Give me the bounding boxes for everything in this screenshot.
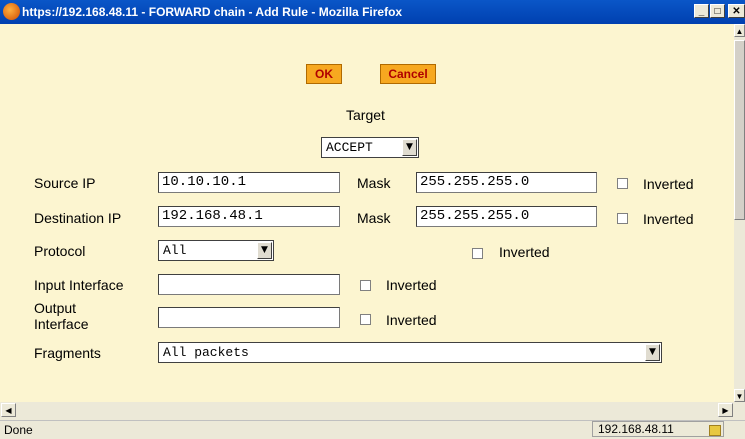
scroll-down-arrow-icon[interactable]: ▼ bbox=[734, 389, 745, 402]
lock-icon bbox=[709, 425, 721, 436]
fragments-select[interactable]: All packets ▼ bbox=[158, 342, 662, 363]
scroll-right-arrow-icon[interactable]: ▶ bbox=[718, 403, 733, 417]
close-button[interactable]: ✕ bbox=[728, 4, 745, 18]
output-interface-label-line2: Interface bbox=[34, 316, 89, 332]
output-interface-input[interactable] bbox=[158, 307, 340, 328]
destination-mask-input[interactable]: 255.255.255.0 bbox=[416, 206, 597, 227]
fragments-value: All packets bbox=[163, 345, 249, 360]
destination-inverted-checkbox[interactable] bbox=[617, 213, 628, 224]
output-interface-label: Output Interface bbox=[34, 300, 88, 332]
chevron-down-icon: ▼ bbox=[402, 139, 417, 156]
input-interface-inverted-checkbox[interactable] bbox=[360, 280, 371, 291]
protocol-value: All bbox=[163, 243, 187, 258]
scroll-left-arrow-icon[interactable]: ◀ bbox=[1, 403, 16, 417]
source-inverted-label: Inverted bbox=[643, 176, 694, 192]
target-value: ACCEPT bbox=[326, 140, 373, 155]
cancel-button[interactable]: Cancel bbox=[380, 64, 436, 84]
protocol-inverted-checkbox[interactable] bbox=[472, 248, 483, 259]
source-mask-label: Mask bbox=[357, 175, 391, 191]
output-interface-inverted-label: Inverted bbox=[386, 312, 437, 328]
status-host: 192.168.48.11 bbox=[592, 421, 724, 437]
title-bar: https://192.168.48.11 - FORWARD chain - … bbox=[0, 0, 745, 24]
vertical-scrollbar[interactable]: ▲ ▼ bbox=[734, 24, 745, 402]
protocol-label: Protocol bbox=[34, 243, 86, 259]
input-interface-input[interactable] bbox=[158, 274, 340, 295]
target-label: Target bbox=[346, 107, 385, 123]
firefox-icon bbox=[3, 3, 20, 20]
destination-ip-input[interactable]: 192.168.48.1 bbox=[158, 206, 340, 227]
input-interface-inverted-label: Inverted bbox=[386, 277, 437, 293]
source-mask-input[interactable]: 255.255.255.0 bbox=[416, 172, 597, 193]
scroll-up-arrow-icon[interactable]: ▲ bbox=[734, 24, 745, 37]
chevron-down-icon: ▼ bbox=[257, 242, 272, 259]
source-ip-input[interactable]: 10.10.10.1 bbox=[158, 172, 340, 193]
output-interface-label-line1: Output bbox=[34, 300, 77, 316]
chevron-down-icon: ▼ bbox=[645, 344, 660, 361]
scroll-thumb[interactable] bbox=[734, 40, 745, 220]
protocol-select[interactable]: All ▼ bbox=[158, 240, 274, 261]
destination-ip-label: Destination IP bbox=[34, 210, 122, 226]
status-text: Done bbox=[4, 423, 33, 437]
fragments-label: Fragments bbox=[34, 345, 101, 361]
destination-mask-label: Mask bbox=[357, 210, 391, 226]
ok-button[interactable]: OK bbox=[306, 64, 342, 84]
minimize-button[interactable]: _ bbox=[694, 4, 709, 18]
maximize-button[interactable]: □ bbox=[710, 4, 725, 18]
status-bar: Done 192.168.48.11 bbox=[0, 420, 745, 439]
horizontal-scrollbar[interactable]: ◀ ▶ bbox=[0, 402, 734, 418]
page-content: OK Cancel Target ACCEPT ▼ Source IP 10.1… bbox=[0, 24, 734, 402]
input-interface-label: Input Interface bbox=[34, 277, 124, 293]
protocol-inverted-label: Inverted bbox=[499, 244, 550, 260]
window-title: https://192.168.48.11 - FORWARD chain - … bbox=[22, 5, 403, 19]
source-ip-label: Source IP bbox=[34, 175, 96, 191]
target-select[interactable]: ACCEPT ▼ bbox=[321, 137, 419, 158]
destination-inverted-label: Inverted bbox=[643, 211, 694, 227]
source-inverted-checkbox[interactable] bbox=[617, 178, 628, 189]
output-interface-inverted-checkbox[interactable] bbox=[360, 314, 371, 325]
